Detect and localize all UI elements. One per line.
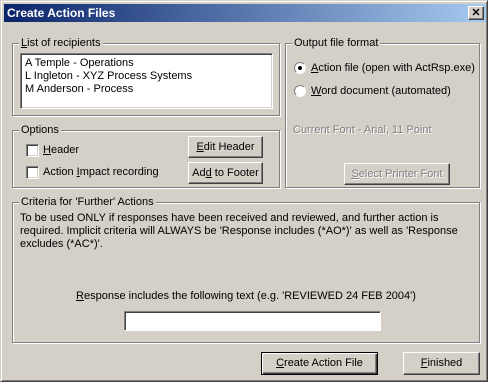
list-item[interactable]: A Temple - Operations [25,57,268,70]
action-file-radio[interactable] [294,62,306,74]
finished-button[interactable]: Finished [403,352,480,375]
response-text-input[interactable] [124,311,381,331]
word-document-radio[interactable] [294,85,306,97]
recipients-legend: List of recipients [19,36,103,50]
create-action-files-dialog: Create Action Files ✕ List of recipients… [0,0,488,382]
edit-header-button[interactable]: Edit Header [188,136,263,158]
select-printer-font-button[interactable]: Select Printer Font [344,163,450,185]
recipients-listbox[interactable]: A Temple - Operations L Ingleton - XYZ P… [20,53,273,109]
title-bar[interactable]: Create Action Files ✕ [4,4,486,22]
action-file-label[interactable]: Action file (open with ActRsp.exe) [311,61,475,75]
recipients-group: List of recipients A Temple - Operations… [12,36,280,116]
close-icon[interactable]: ✕ [468,6,484,20]
options-group: Options Header Action Impact recording E… [12,123,280,188]
output-format-group: Output file format Action file (open wit… [285,36,480,188]
radio-selected-dot [298,66,302,70]
create-action-file-button[interactable]: Create Action File [261,352,378,375]
output-format-legend: Output file format [292,36,381,50]
list-item[interactable]: M Anderson - Process [25,83,268,96]
options-legend: Options [19,123,61,137]
criteria-description: To be used ONLY if responses have been r… [20,212,458,250]
window-title: Create Action Files [7,6,116,20]
header-label[interactable]: Header [43,143,79,157]
response-includes-label: Response includes the following text (e.… [76,290,416,302]
current-font-label: Current Font - Arial, 11 Point [293,124,432,136]
criteria-group: Criteria for 'Further' Actions To be use… [12,195,480,343]
word-document-label[interactable]: Word document (automated) [311,84,451,98]
list-item[interactable]: L Ingleton - XYZ Process Systems [25,70,268,83]
action-impact-checkbox[interactable] [26,166,39,179]
header-checkbox[interactable] [26,144,39,157]
criteria-legend: Criteria for 'Further' Actions [19,195,156,209]
add-to-footer-button[interactable]: Add to Footer [188,162,263,184]
action-impact-label[interactable]: Action Impact recording [43,165,159,179]
